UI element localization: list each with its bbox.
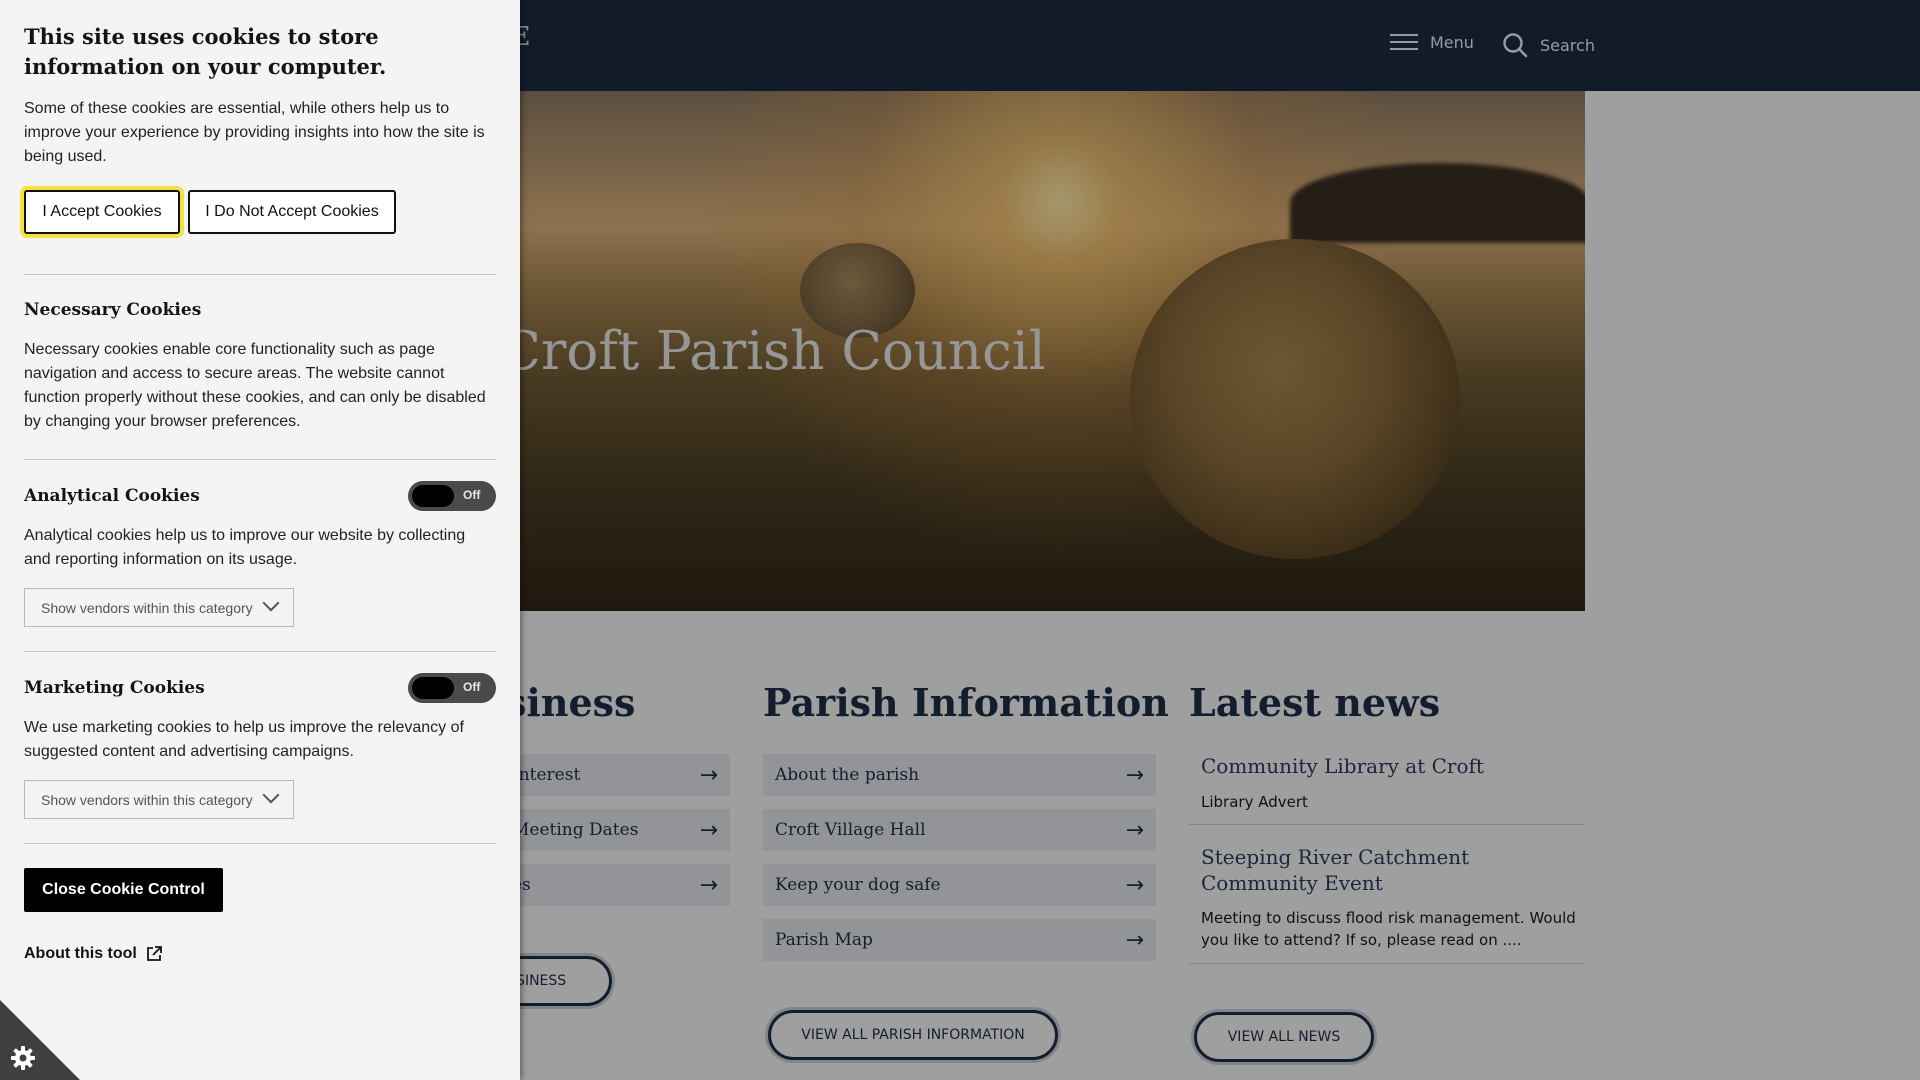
analytical-cookies-text: Analytical cookies help us to improve ou… — [24, 527, 466, 568]
analytical-cookies-heading: Analytical Cookies — [24, 486, 200, 506]
cookie-intro-text: Some of these cookies are essential, whi… — [24, 100, 485, 165]
divider — [24, 459, 496, 460]
accept-cookies-button[interactable]: I Accept Cookies — [24, 190, 180, 234]
gear-icon — [11, 1046, 35, 1070]
marketing-cookies-text: We use marketing cookies to help us impr… — [24, 719, 464, 760]
divider — [24, 651, 496, 652]
analytical-vendors-dropdown[interactable]: Show vendors within this category — [24, 588, 294, 627]
vendors-dropdown-label: Show vendors within this category — [41, 599, 253, 616]
divider — [24, 274, 496, 275]
necessary-cookies-text: Necessary cookies enable core functional… — [24, 341, 486, 430]
decline-cookies-button[interactable]: I Do Not Accept Cookies — [188, 190, 396, 234]
external-link-icon — [146, 946, 162, 961]
cookie-panel-title: This site uses cookies to store informat… — [24, 24, 387, 79]
marketing-cookies-toggle[interactable]: Off — [408, 673, 496, 703]
about-this-tool-link[interactable]: About this tool — [24, 945, 163, 963]
vendors-dropdown-label: Show vendors within this category — [41, 791, 253, 808]
toggle-state-label: Off — [463, 680, 481, 694]
toggle-knob — [412, 677, 454, 699]
cookie-control-panel: This site uses cookies to store informat… — [0, 0, 520, 1080]
chevron-down-icon — [262, 594, 280, 612]
divider — [24, 843, 496, 844]
chevron-down-icon — [262, 786, 280, 804]
necessary-cookies-heading: Necessary Cookies — [24, 300, 202, 320]
marketing-cookies-heading: Marketing Cookies — [24, 678, 205, 698]
analytical-cookies-toggle[interactable]: Off — [408, 481, 496, 511]
marketing-vendors-dropdown[interactable]: Show vendors within this category — [24, 780, 294, 819]
about-link-label: About this tool — [24, 945, 137, 962]
toggle-state-label: Off — [463, 488, 481, 502]
close-cookie-control-button[interactable]: Close Cookie Control — [24, 868, 223, 912]
toggle-knob — [412, 485, 454, 507]
